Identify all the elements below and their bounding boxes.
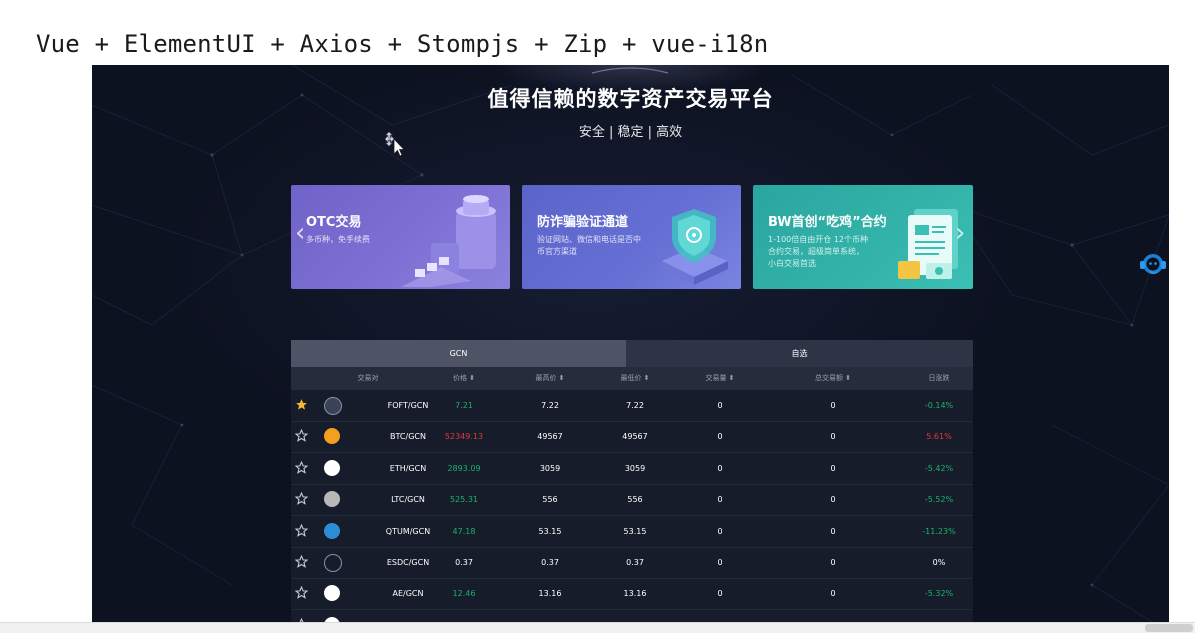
- row-low: 49567: [622, 432, 648, 442]
- market-table: GCN 自选 交易对 价格 ⬍ 最高价 ⬍ 最低价 ⬍ 交易量 ⬍ 总交易额 ⬍…: [291, 340, 973, 632]
- table-row[interactable]: FOFT/GCN 7.21 7.22 7.22 0 0 -0.14%: [291, 390, 973, 422]
- row-high: 3059: [539, 463, 561, 473]
- row-price: 47.18: [452, 526, 476, 536]
- banner-contract[interactable]: BW首创“吃鸡”合约 1-100倍自由开仓 12个币种合约交易，超级简单系统，小…: [753, 185, 973, 289]
- row-change: 5.61%: [926, 432, 952, 442]
- row-price: 525.31: [450, 495, 478, 505]
- star-outline-icon[interactable]: [295, 492, 308, 506]
- coin-logo-icon: [324, 428, 340, 445]
- row-high: 53.15: [538, 526, 562, 536]
- row-volume: 0: [717, 495, 723, 505]
- col-change: 日涨跌: [928, 374, 950, 382]
- row-change: -11.23%: [922, 526, 956, 536]
- banner-contract-desc: 1-100倍自由开仓 12个币种合约交易，超级简单系统，小白交易首选: [768, 235, 868, 268]
- row-change: -5.42%: [924, 463, 954, 473]
- star-outline-icon[interactable]: [295, 460, 308, 474]
- banner-otc-title: OTC交易: [306, 215, 362, 230]
- row-change: -0.14%: [924, 401, 954, 410]
- col-high[interactable]: 最高价 ⬍: [506, 367, 594, 390]
- shield-icon: [662, 209, 728, 285]
- tab-favorites[interactable]: 自选: [626, 340, 973, 367]
- tab-gcn[interactable]: GCN: [291, 340, 626, 367]
- col-volume[interactable]: 交易量 ⬍: [676, 367, 764, 390]
- row-volume: 0: [717, 526, 723, 536]
- otc-machine-illustration: [401, 195, 496, 287]
- banner-otc-desc: 多币种，免手续费: [306, 235, 370, 244]
- coin-logo-icon: [324, 522, 340, 539]
- row-change: -5.52%: [924, 495, 954, 505]
- row-high: 13.16: [538, 589, 562, 599]
- row-high: 556: [542, 495, 558, 505]
- row-price: 7.21: [455, 401, 473, 410]
- star-outline-icon[interactable]: [295, 586, 308, 600]
- coin-logo-icon: [324, 459, 340, 476]
- banner-otc[interactable]: OTC交易 多币种，免手续费: [291, 185, 510, 289]
- row-amount: 0: [830, 526, 836, 536]
- table-row[interactable]: ESDC/GCN 0.37 0.37 0.37 0 0 0%: [291, 547, 973, 579]
- col-pair: 交易对: [357, 374, 379, 382]
- col-low[interactable]: 最低价 ⬍: [591, 367, 679, 390]
- table-row[interactable]: AE/GCN 12.46 13.16 13.16 0 0 -5.32%: [291, 578, 973, 611]
- row-high: 7.22: [541, 401, 559, 410]
- banner-anti-fraud[interactable]: 防诈骗验证通道 验证网站、微信和电话是否中币官方渠道: [522, 185, 741, 289]
- carousel-prev-arrow[interactable]: ‹: [295, 218, 305, 248]
- horizontal-scrollbar[interactable]: [0, 622, 1195, 633]
- coin-logo-icon: [324, 585, 340, 602]
- hero-title: 值得信赖的数字资产交易平台: [487, 87, 774, 111]
- star-outline-icon[interactable]: [295, 523, 308, 537]
- caption-title: Vue + ElementUI + Axios + Stompjs + Zip …: [36, 30, 769, 58]
- row-high: 0.37: [541, 558, 559, 567]
- row-low: 7.22: [626, 401, 644, 410]
- row-low: 13.16: [623, 589, 647, 599]
- row-low: 53.15: [623, 526, 647, 536]
- coin-logo-icon: [324, 554, 342, 572]
- banner-anti-fraud-title: 防诈骗验证通道: [537, 215, 629, 230]
- table-row[interactable]: BTC/GCN 52349.13 49567 49567 0 0 5.61%: [291, 421, 973, 454]
- star-outline-icon[interactable]: [295, 429, 308, 443]
- row-volume: 0: [717, 401, 723, 410]
- mouse-cursor-icon: [385, 131, 405, 156]
- hero-subtitle: 安全 | 稳定 | 高效: [578, 125, 683, 140]
- row-volume: 0: [717, 558, 723, 567]
- market-tabs: GCN 自选: [291, 340, 973, 367]
- row-amount: 0: [830, 495, 836, 505]
- col-price[interactable]: 价格 ⬍: [420, 367, 508, 390]
- row-amount: 0: [830, 463, 836, 473]
- table-row[interactable]: LTC/GCN 525.31 556 556 0 0 -5.52%: [291, 484, 973, 517]
- row-high: 49567: [537, 432, 563, 442]
- row-volume: 0: [717, 463, 723, 473]
- col-amount[interactable]: 总交易额 ⬍: [789, 367, 877, 390]
- row-change: -5.32%: [924, 589, 954, 599]
- star-filled-icon[interactable]: [295, 398, 308, 411]
- row-amount: 0: [830, 432, 836, 442]
- row-volume: 0: [717, 432, 723, 442]
- row-volume: 0: [717, 589, 723, 599]
- banner-anti-fraud-desc: 验证网站、微信和电话是否中币官方渠道: [537, 235, 641, 256]
- row-low: 3059: [624, 463, 646, 473]
- row-amount: 0: [830, 401, 836, 410]
- row-price: 2893.09: [447, 463, 481, 473]
- coin-logo-icon: [324, 491, 340, 508]
- exchange-homepage-screenshot: 值得信赖的数字资产交易平台 安全 | 稳定 | 高效 OTC交易 多币种，免手续…: [92, 65, 1169, 632]
- row-price: 0.37: [455, 558, 473, 567]
- star-outline-icon[interactable]: [295, 555, 308, 568]
- table-row[interactable]: QTUM/GCN 47.18 53.15 53.15 0 0 -11.23%: [291, 516, 973, 548]
- table-header: 交易对 价格 ⬍ 最高价 ⬍ 最低价 ⬍ 交易量 ⬍ 总交易额 ⬍ 日涨跌: [291, 367, 973, 390]
- row-low: 556: [627, 495, 643, 505]
- row-price: 12.46: [452, 589, 476, 599]
- scrollbar-thumb[interactable]: [1145, 624, 1193, 632]
- table-row[interactable]: ETH/GCN 2893.09 3059 3059 0 0 -5.42%: [291, 453, 973, 485]
- row-amount: 0: [830, 589, 836, 599]
- row-amount: 0: [830, 558, 836, 567]
- carousel-next-arrow[interactable]: ›: [955, 218, 965, 248]
- customer-service-icon[interactable]: [1138, 251, 1168, 277]
- row-low: 0.37: [626, 558, 644, 567]
- banner-contract-title: BW首创“吃鸡”合约: [768, 215, 887, 230]
- coin-logo-icon: [324, 397, 342, 415]
- row-price: 52349.13: [444, 432, 484, 442]
- row-change: 0%: [932, 558, 946, 567]
